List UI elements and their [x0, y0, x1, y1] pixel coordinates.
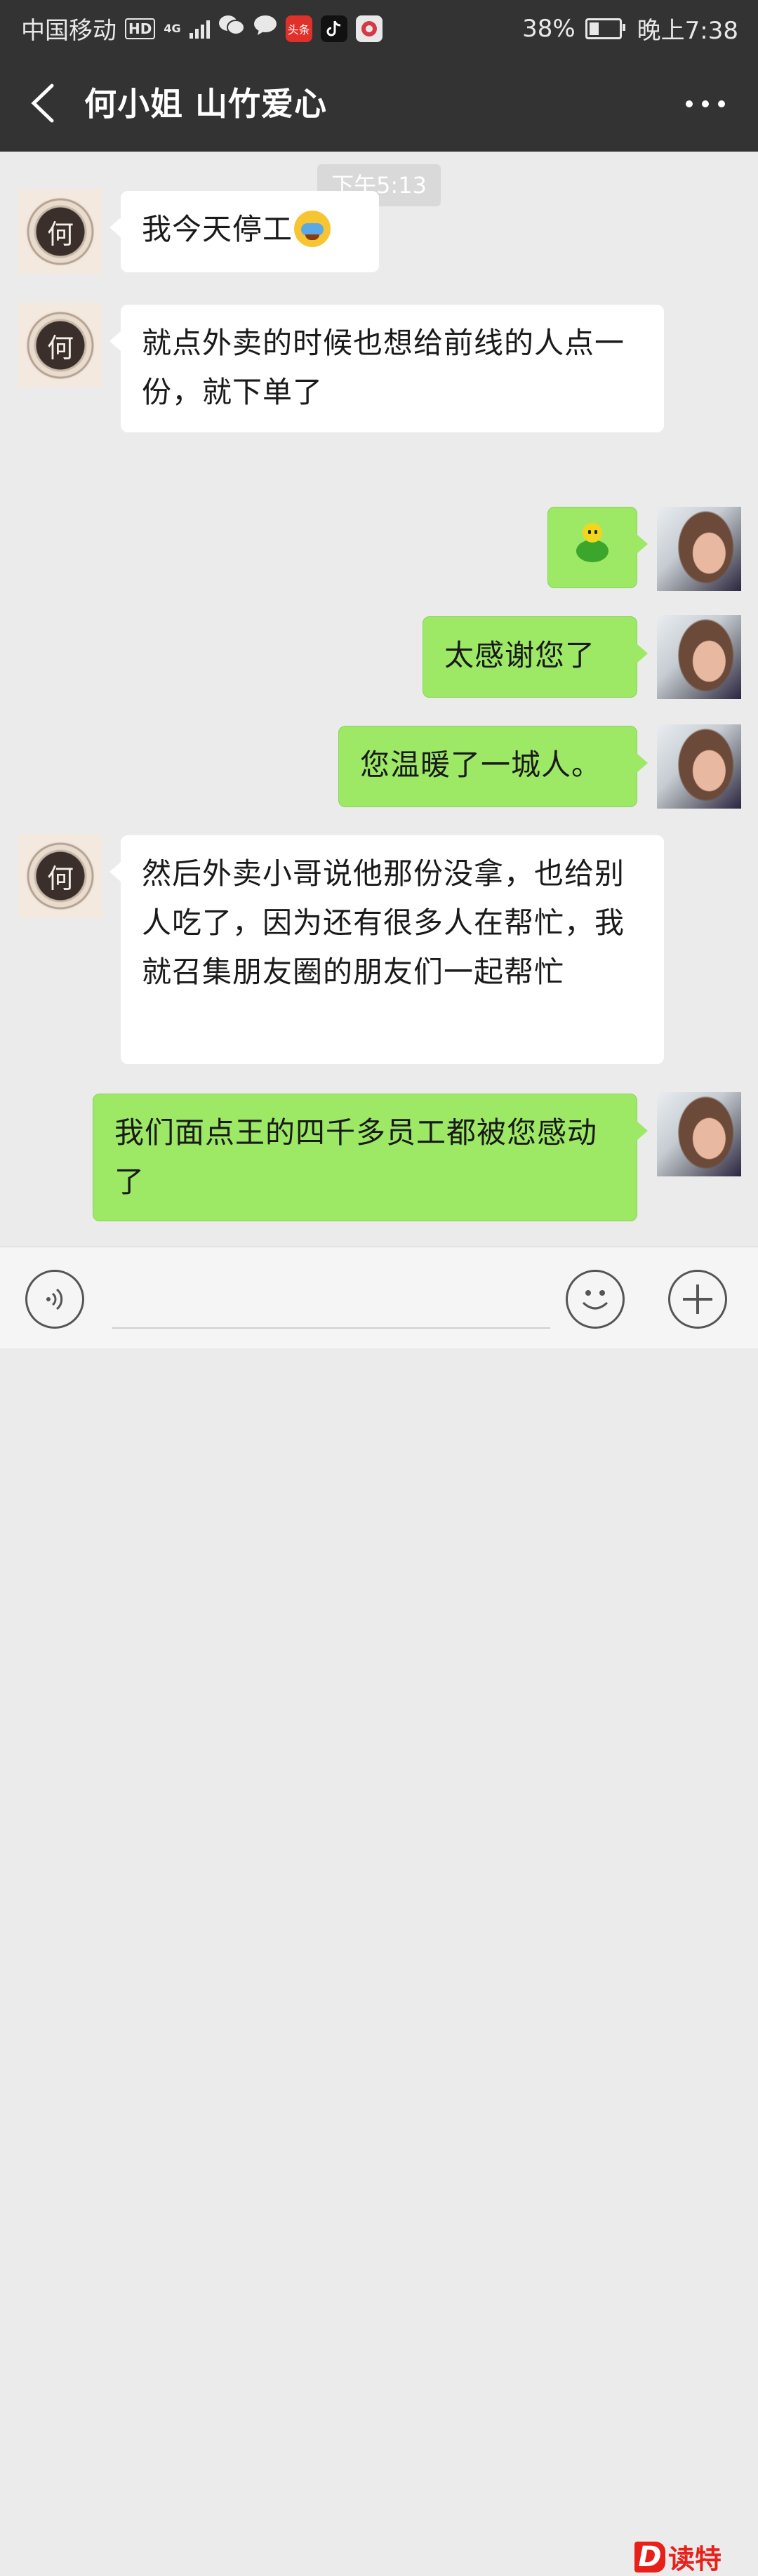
- message-text: 就点外卖的时候也想给前线的人点一份，就下单了: [142, 326, 625, 409]
- emoji-icon: [582, 1290, 609, 1310]
- message-icon: [253, 14, 277, 43]
- more-dots-icon: [686, 100, 725, 107]
- message-input[interactable]: [112, 1273, 550, 1329]
- message-text: 您温暖了一城人。: [360, 748, 602, 782]
- voice-icon: [46, 1288, 63, 1310]
- message-bubble-outgoing[interactable]: 我们面点王的四千多员工都被您感动了: [93, 1094, 648, 1221]
- watermark-d-logo: D: [634, 2541, 665, 2572]
- green-chick-icon: [573, 523, 611, 565]
- voice-button[interactable]: [25, 1270, 84, 1329]
- contact-avatar[interactable]: 何: [18, 190, 102, 274]
- message-bubble-outgoing[interactable]: [547, 507, 648, 588]
- chat-header: 何小姐 山竹爱心: [0, 55, 758, 152]
- user-avatar[interactable]: [657, 615, 741, 699]
- watermark-text: 读特: [668, 2544, 722, 2575]
- toutiao-icon: 头条: [285, 15, 312, 42]
- tiktok-icon: [320, 15, 347, 42]
- chat-title: 何小姐 山竹爱心: [84, 85, 328, 123]
- battery-icon: [585, 18, 625, 39]
- battery-percent: 38%: [522, 14, 576, 43]
- more-button[interactable]: [681, 90, 730, 118]
- signal-icon: [189, 19, 210, 39]
- message-text: 我们面点王的四千多员工都被您感动了: [114, 1115, 598, 1199]
- chat-messages[interactable]: 下午5:13 何 我今天停工 何 就点外卖的时候也想给前线的人点一份，就下单了 …: [0, 152, 758, 1247]
- plus-icon: [683, 1284, 712, 1314]
- message-text: 然后外卖小哥说他那份没拿，也给别人吃了，因为还有很多人在帮忙，我就召集朋友圈的朋…: [142, 856, 625, 989]
- crying-face-icon: [294, 210, 331, 247]
- user-avatar[interactable]: [657, 507, 741, 591]
- emoji-button[interactable]: [566, 1270, 625, 1329]
- message-bubble-incoming[interactable]: 然后外卖小哥说他那份没拿，也给别人吃了，因为还有很多人在帮忙，我就召集朋友圈的朋…: [109, 835, 664, 1064]
- message-bubble-outgoing[interactable]: 太感谢您了: [423, 616, 648, 698]
- carrier-label: 中国移动: [21, 17, 117, 45]
- message-text: 我今天停工: [142, 212, 293, 246]
- input-bar: D 读特: [0, 1247, 758, 2575]
- battery-fill: [589, 22, 599, 35]
- watermark-logo: D 读特: [634, 2537, 722, 2576]
- status-bar: 中国移动 HD 4G 头条 38% 晚上7:38: [0, 0, 758, 55]
- user-avatar[interactable]: [657, 724, 741, 809]
- user-avatar[interactable]: [657, 1092, 741, 1176]
- hd-badge: HD: [125, 18, 156, 39]
- clock: 晚上7:38: [637, 17, 738, 45]
- plus-button[interactable]: [668, 1270, 727, 1329]
- wechat-icon: [218, 14, 245, 43]
- contact-avatar[interactable]: 何: [18, 834, 102, 918]
- chevron-left-icon: [31, 84, 54, 123]
- app-icon: [355, 15, 383, 42]
- message-bubble-incoming[interactable]: 就点外卖的时候也想给前线的人点一份，就下单了: [109, 305, 664, 432]
- message-text: 太感谢您了: [444, 638, 596, 672]
- back-button[interactable]: [24, 80, 66, 126]
- contact-avatar[interactable]: 何: [18, 303, 102, 387]
- network-label: 4G: [164, 21, 181, 35]
- message-bubble-incoming[interactable]: 我今天停工: [109, 191, 379, 272]
- message-bubble-outgoing[interactable]: 您温暖了一城人。: [338, 726, 648, 807]
